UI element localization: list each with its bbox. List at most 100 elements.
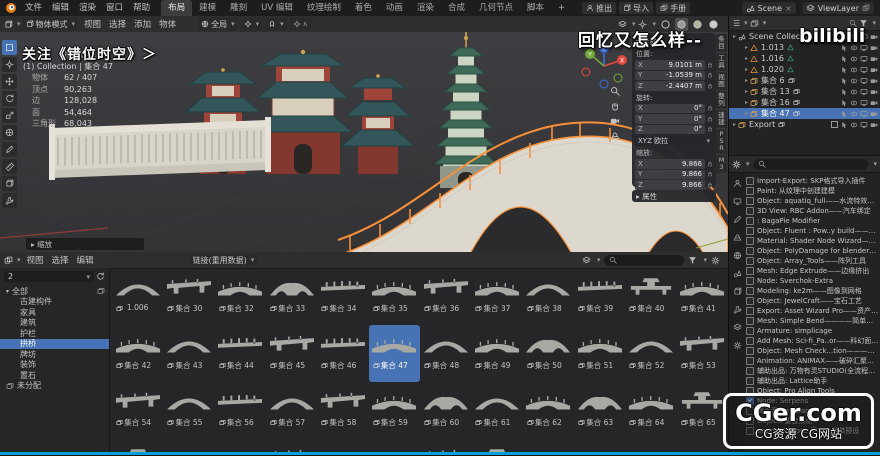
gear-icon[interactable] xyxy=(711,256,720,265)
workspace-tab[interactable]: 动画 xyxy=(379,0,410,16)
addon-row[interactable]: 辅助出品: Lattice助手 xyxy=(746,376,879,386)
hide-eye-icon[interactable] xyxy=(850,99,858,107)
hide-eye-icon[interactable] xyxy=(850,121,858,129)
editor-type-icon[interactable] xyxy=(4,20,13,29)
preferences-editor-icon[interactable] xyxy=(732,160,741,169)
addon-checkbox[interactable] xyxy=(746,207,754,215)
prefs-nav-cube-icon[interactable] xyxy=(733,287,742,296)
asset-item[interactable]: 集合 35 xyxy=(369,268,420,325)
location-field-x[interactable]: X9.0101 m xyxy=(635,60,705,70)
render-disable-icon[interactable] xyxy=(870,110,878,118)
viewport-disable-icon[interactable] xyxy=(860,99,868,107)
lock-icon[interactable] xyxy=(707,161,713,167)
hide-eye-icon[interactable] xyxy=(850,88,858,96)
quick-button[interactable]: 手册 xyxy=(656,2,690,14)
tool-extra[interactable] xyxy=(2,193,17,208)
select-cursor-icon[interactable] xyxy=(840,99,848,107)
snap-dropdown[interactable]: ▾ xyxy=(265,18,287,30)
asset-item[interactable]: 集合 46 xyxy=(317,325,368,382)
asset-item[interactable]: 集合 54 xyxy=(112,382,163,439)
asset-item[interactable]: 集合 37 xyxy=(471,268,522,325)
location-field-y[interactable]: Y-1.0539 m xyxy=(635,71,705,81)
menu-渲染[interactable]: 渲染 xyxy=(74,0,101,16)
hide-eye-icon[interactable] xyxy=(850,77,858,85)
asset-item[interactable]: 集合 39 xyxy=(574,268,625,325)
addon-checkbox[interactable] xyxy=(746,217,754,225)
sidebar-tab-4[interactable]: 整列 xyxy=(716,91,727,109)
addon-row[interactable]: Node: Sverchok-Extra xyxy=(746,276,879,286)
scale-field-x[interactable]: X9.866 xyxy=(635,159,705,169)
rotation-field-x[interactable]: X0° xyxy=(635,104,705,114)
asset-item[interactable]: 集合 44 xyxy=(215,325,266,382)
asset-item[interactable]: 集合 53 xyxy=(677,325,728,382)
catalog-牌坊[interactable]: 牌坊 xyxy=(0,349,109,360)
select-cursor-icon[interactable] xyxy=(840,66,848,74)
select-cursor-icon[interactable] xyxy=(840,77,848,85)
mode-dropdown[interactable]: 物体模式▾ xyxy=(23,18,79,30)
viewport-canvas[interactable]: 用户透视 关注《错位时空》＞ (1) Collection | 集合 47 物体… xyxy=(0,32,728,252)
sidebar-tab-6[interactable]: PSR xyxy=(716,129,727,154)
addon-search-input[interactable] xyxy=(753,159,869,170)
lock-icon[interactable] xyxy=(707,72,713,78)
viewport-disable-icon[interactable] xyxy=(860,77,868,85)
addon-row[interactable]: Modeling: ke2m——图像到网格 xyxy=(746,286,879,296)
transform-orientation-dropdown[interactable]: 全局▾ xyxy=(198,18,238,30)
render-disable-icon[interactable] xyxy=(870,33,878,41)
tool-cursor[interactable] xyxy=(2,57,17,72)
asset-item[interactable]: 集合 59 xyxy=(369,382,420,439)
asset-item[interactable]: 集合 41 xyxy=(677,268,728,325)
viewport-menu-选择[interactable]: 选择 xyxy=(105,18,130,30)
tool-add-cube[interactable] xyxy=(2,176,17,191)
select-cursor-icon[interactable] xyxy=(840,110,848,118)
asset-item[interactable]: 集合 47 xyxy=(369,325,420,382)
menu-文件[interactable]: 文件 xyxy=(20,0,47,16)
hide-eye-icon[interactable] xyxy=(850,110,858,118)
asset-library-dropdown[interactable]: 2▾ xyxy=(4,271,94,282)
asset-item[interactable]: 集合 65 xyxy=(677,382,728,439)
addon-row[interactable]: : BagaPie Modifier xyxy=(746,216,879,226)
addon-row[interactable]: Object: JewelCraft——宝石工艺 xyxy=(746,296,879,306)
render-disable-icon[interactable] xyxy=(870,77,878,85)
addon-checkbox[interactable] xyxy=(746,267,754,275)
hide-eye-icon[interactable] xyxy=(850,55,858,63)
zoom-icon[interactable] xyxy=(610,86,620,96)
viewport-menu-视图[interactable]: 视图 xyxy=(80,18,105,30)
catalog-家具[interactable]: 家具 xyxy=(0,307,109,318)
shading-rendered-icon[interactable] xyxy=(707,18,720,31)
asset-item[interactable]: 集合 55 xyxy=(163,382,214,439)
addon-row[interactable]: 辅助出品: 万物有灵STUDIO(全流程资产管.. xyxy=(746,366,879,376)
pivot-dropdown[interactable]: ▾ xyxy=(241,18,263,30)
rotation-mode-dropdown[interactable]: XYZ 欧拉▾ xyxy=(635,136,713,146)
menu-编辑[interactable]: 编辑 xyxy=(47,0,74,16)
lock-icon[interactable] xyxy=(707,83,713,89)
workspace-tab[interactable]: 雕刻 xyxy=(223,0,254,16)
addon-checkbox[interactable] xyxy=(746,327,754,335)
addon-checkbox[interactable] xyxy=(746,247,754,255)
addon-row[interactable]: Object: PolyDamage for blender——破损.. xyxy=(746,246,879,256)
scene-selector[interactable]: Scene × xyxy=(742,2,796,14)
asset-item[interactable]: 集合 49 xyxy=(471,325,522,382)
new-catalog-icon[interactable] xyxy=(97,287,105,295)
viewport-disable-icon[interactable] xyxy=(860,121,868,129)
addon-row[interactable]: Object: Mesh Check...tion————网格检查 xyxy=(746,346,879,356)
addon-row[interactable]: Import-Export: SKP格式导入插件 xyxy=(746,176,879,186)
asset-item[interactable]: 集合 51 xyxy=(574,325,625,382)
workspace-tab[interactable]: 建模 xyxy=(192,0,223,16)
scale-field-z[interactable]: Z9.866 xyxy=(635,180,705,190)
prefs-nav-pgrid-icon[interactable] xyxy=(733,233,742,242)
addon-checkbox[interactable] xyxy=(746,347,754,355)
addon-row[interactable]: Object: aquatiq_full——水流特效预设 xyxy=(746,196,879,206)
rotation-field-y[interactable]: Y0° xyxy=(635,114,705,124)
addon-row[interactable]: Armature: simplicage xyxy=(746,326,879,336)
sidebar-tab-2[interactable]: 工具 xyxy=(716,53,727,71)
tool-scale[interactable] xyxy=(2,108,17,123)
asset-menu-选择[interactable]: 选择 xyxy=(48,254,73,266)
catalog-护栏[interactable]: 护栏 xyxy=(0,328,109,339)
addon-checkbox[interactable] xyxy=(746,187,754,195)
pan-hand-icon[interactable] xyxy=(610,101,620,111)
workspace-tab[interactable]: 合成 xyxy=(441,0,472,16)
viewport-menu-物体[interactable]: 物体 xyxy=(155,18,180,30)
hide-eye-icon[interactable] xyxy=(850,66,858,74)
select-cursor-icon[interactable] xyxy=(840,121,848,129)
render-disable-icon[interactable] xyxy=(870,66,878,74)
